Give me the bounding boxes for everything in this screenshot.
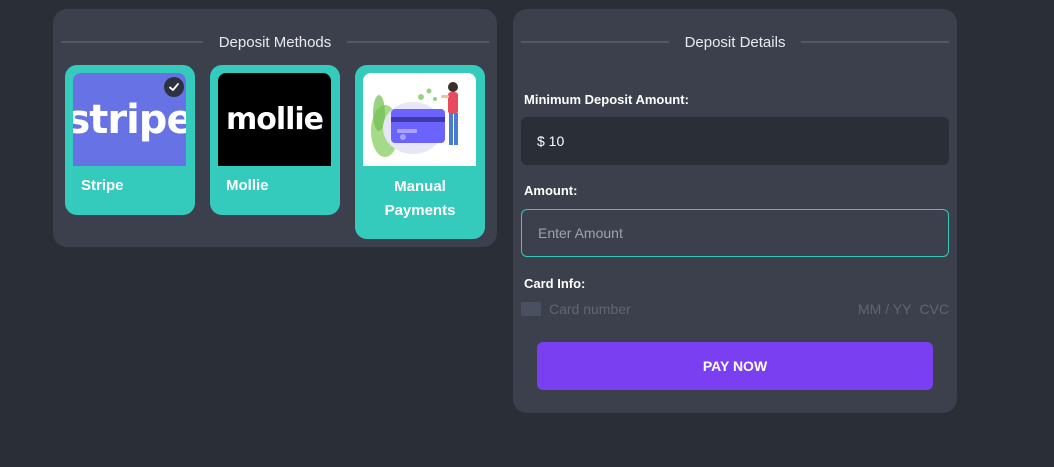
credit-card-icon [521, 302, 541, 316]
divider-right [801, 41, 950, 43]
method-label-manual-payments: Manual Payments [384, 178, 456, 219]
mollie-logo: mollie [218, 73, 331, 166]
minimum-deposit-label: Minimum Deposit Amount: [524, 92, 689, 107]
manual-payments-illustration [363, 73, 476, 166]
method-mollie[interactable]: mollie Mollie [210, 65, 340, 215]
deposit-methods-panel: Deposit Methods stripe Stripe mollie Mol… [53, 9, 497, 247]
method-manual-payments[interactable]: Manual Payments [355, 65, 485, 239]
method-label-stripe: Stripe [81, 177, 124, 194]
stripe-logo-text: stripe [73, 96, 186, 143]
method-stripe[interactable]: stripe Stripe [65, 65, 195, 215]
deposit-methods-title: Deposit Methods [218, 33, 332, 51]
amount-input[interactable] [521, 209, 949, 257]
method-label-mollie: Mollie [226, 177, 269, 194]
card-info-field[interactable]: Card number MM / YY CVC [521, 297, 949, 321]
stripe-logo: stripe [73, 73, 186, 166]
pay-now-button[interactable]: PAY NOW [537, 342, 933, 390]
divider-right [347, 41, 489, 43]
card-number-input[interactable]: Card number [549, 301, 858, 317]
deposit-details-header: Deposit Details [521, 31, 950, 53]
deposit-methods-header: Deposit Methods [61, 31, 489, 53]
selected-check-icon [164, 77, 184, 97]
mollie-logo-text: mollie [225, 102, 324, 137]
minimum-deposit-value: $ 10 [521, 117, 949, 165]
card-info-label: Card Info: [524, 276, 586, 291]
deposit-details-panel: Deposit Details Minimum Deposit Amount: … [513, 9, 957, 413]
amount-label: Amount: [524, 183, 578, 198]
divider-left [61, 41, 203, 43]
card-cvc-input[interactable]: CVC [919, 301, 949, 317]
card-expiry-input[interactable]: MM / YY [858, 301, 911, 317]
deposit-details-title: Deposit Details [684, 33, 786, 51]
divider-left [521, 41, 669, 43]
